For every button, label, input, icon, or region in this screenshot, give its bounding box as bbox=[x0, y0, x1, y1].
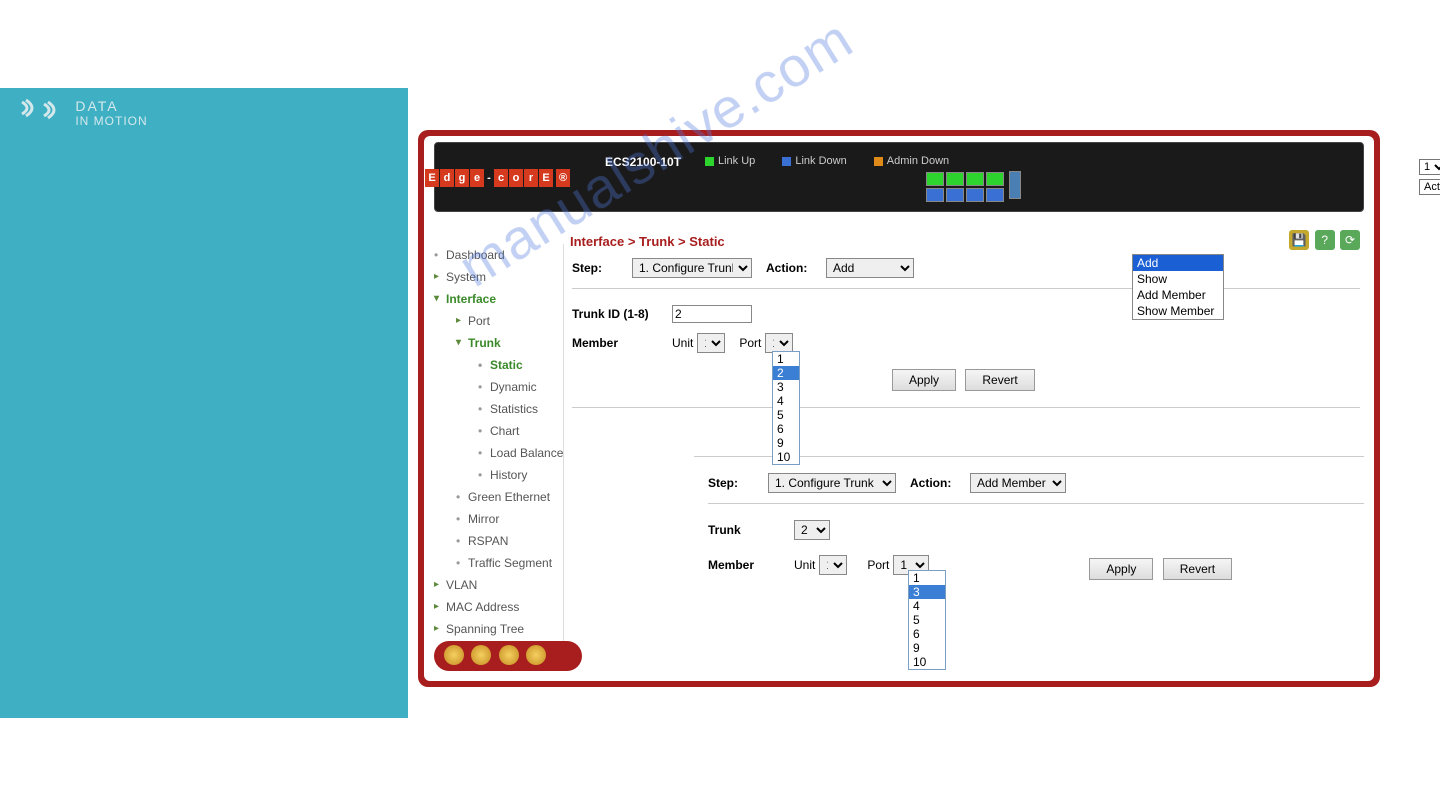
port-opt[interactable]: 2 bbox=[773, 366, 799, 380]
brand-logo: DATA IN MOTION bbox=[20, 98, 148, 145]
legend-link-down: Link Down bbox=[782, 155, 858, 167]
port-opt[interactable]: 5 bbox=[773, 408, 799, 422]
member-port-label: Port bbox=[739, 336, 761, 350]
member-port-select[interactable]: 1 bbox=[765, 333, 793, 353]
nav-chart[interactable]: Chart bbox=[454, 420, 563, 442]
p2-unit-select[interactable]: 1 bbox=[819, 555, 847, 575]
member-unit-select[interactable]: 1 bbox=[697, 333, 725, 353]
action-opt-add[interactable]: Add bbox=[1133, 255, 1223, 271]
apply-button[interactable]: Apply bbox=[892, 369, 956, 391]
nav-mac[interactable]: MAC Address bbox=[430, 596, 563, 618]
nav-history[interactable]: History bbox=[454, 464, 563, 486]
port-opt[interactable]: 9 bbox=[773, 436, 799, 450]
help-icon[interactable]: ? bbox=[1315, 230, 1335, 250]
port-opt[interactable]: 1 bbox=[773, 352, 799, 366]
header-controls: Unit 1 Mode Active bbox=[1384, 159, 1440, 199]
nav-trunk[interactable]: Trunk bbox=[442, 332, 563, 354]
p2-trunk-label: Trunk bbox=[708, 523, 784, 537]
toolbar-icon-3[interactable] bbox=[499, 645, 519, 665]
mode-select[interactable]: Active bbox=[1419, 179, 1440, 195]
p2-port-opt[interactable]: 9 bbox=[909, 641, 945, 655]
bottom-toolbar bbox=[434, 641, 582, 671]
p2-apply-button[interactable]: Apply bbox=[1089, 558, 1153, 580]
mode-label: Mode bbox=[1384, 181, 1416, 193]
member-label: Member bbox=[572, 336, 662, 350]
port-dropdown-1[interactable]: 1 2 3 4 5 6 9 10 bbox=[772, 351, 800, 465]
nav-load-balance[interactable]: Load Balance bbox=[454, 442, 563, 464]
nav-mirror[interactable]: Mirror bbox=[442, 508, 563, 530]
p2-action-label: Action: bbox=[910, 476, 960, 490]
p2-port-opt[interactable]: 1 bbox=[909, 571, 945, 585]
step-select[interactable]: 1. Configure Trunk bbox=[632, 258, 752, 278]
link-legend: Link Up Link Down Admin Down bbox=[705, 155, 973, 167]
toolbar-icon-2[interactable] bbox=[471, 645, 491, 665]
edgecore-logo: Edge-corE® bbox=[425, 169, 571, 187]
nav-rspan[interactable]: RSPAN bbox=[442, 530, 563, 552]
p2-port-opt[interactable]: 6 bbox=[909, 627, 945, 641]
logo-stripes-icon bbox=[20, 98, 64, 145]
legend-admin-down: Admin Down bbox=[874, 155, 961, 167]
nav-port[interactable]: Port bbox=[442, 310, 563, 332]
nav-interface[interactable]: Interface bbox=[430, 288, 563, 310]
breadcrumb: Interface > Trunk > Static bbox=[570, 234, 1360, 249]
model-name: ECS2100-10T bbox=[605, 155, 681, 169]
p2-port-opt[interactable]: 5 bbox=[909, 613, 945, 627]
unit-label: Unit bbox=[1384, 161, 1416, 173]
p2-member-label: Member bbox=[708, 558, 784, 572]
port-dropdown-2[interactable]: 1 3 4 5 6 9 10 bbox=[908, 570, 946, 670]
action-dropdown[interactable]: Add Show Add Member Show Member bbox=[1132, 254, 1224, 320]
p2-port-opt[interactable]: 4 bbox=[909, 599, 945, 613]
nav-dashboard[interactable]: Dashboard bbox=[430, 244, 563, 266]
brand-text-1: DATA bbox=[75, 98, 147, 114]
trunk-id-input[interactable] bbox=[672, 305, 752, 323]
unit-select[interactable]: 1 bbox=[1419, 159, 1440, 175]
device-header: Edge-corE® ECS2100-10T Link Up Link Down… bbox=[434, 142, 1364, 212]
panel-add-member: Step: 1. Configure Trunk Action: Add Mem… bbox=[694, 450, 1364, 590]
p2-revert-button[interactable]: Revert bbox=[1163, 558, 1232, 580]
action-opt-showmember[interactable]: Show Member bbox=[1133, 303, 1223, 319]
sidebar-nav[interactable]: Dashboard System Interface Port Trunk St… bbox=[430, 244, 564, 644]
step-label: Step: bbox=[572, 261, 622, 275]
nav-dynamic[interactable]: Dynamic bbox=[454, 376, 563, 398]
nav-system[interactable]: System bbox=[430, 266, 563, 288]
p2-unit-label: Unit bbox=[794, 558, 815, 572]
p2-step-label: Step: bbox=[708, 476, 758, 490]
save-icon[interactable]: 💾 bbox=[1289, 230, 1309, 250]
p2-port-opt[interactable]: 10 bbox=[909, 655, 945, 669]
p2-port-opt[interactable]: 3 bbox=[909, 585, 945, 599]
toolbar-icon-4[interactable] bbox=[526, 645, 546, 665]
left-brand-panel: DATA IN MOTION bbox=[0, 88, 408, 718]
toolbar-icon-1[interactable] bbox=[444, 645, 464, 665]
nav-statistics[interactable]: Statistics bbox=[454, 398, 563, 420]
p2-port-label: Port bbox=[867, 558, 889, 572]
port-opt[interactable]: 4 bbox=[773, 394, 799, 408]
port-opt[interactable]: 6 bbox=[773, 422, 799, 436]
nav-static[interactable]: Static bbox=[454, 354, 563, 376]
nav-vlan[interactable]: VLAN bbox=[430, 574, 563, 596]
nav-traffic-segment[interactable]: Traffic Segment bbox=[442, 552, 563, 574]
p2-trunk-select[interactable]: 2 bbox=[794, 520, 830, 540]
port-opt[interactable]: 10 bbox=[773, 450, 799, 464]
action-opt-show[interactable]: Show bbox=[1133, 271, 1223, 287]
brand-text-2: IN MOTION bbox=[75, 114, 147, 128]
port-graphic bbox=[925, 171, 1021, 203]
port-opt[interactable]: 3 bbox=[773, 380, 799, 394]
action-label: Action: bbox=[766, 261, 816, 275]
nav-spanning-tree[interactable]: Spanning Tree bbox=[430, 618, 563, 640]
main-content: Step: 1. Configure Trunk Action: Add Add… bbox=[572, 258, 1360, 424]
p2-step-select[interactable]: 1. Configure Trunk bbox=[768, 473, 896, 493]
member-unit-label: Unit bbox=[672, 336, 693, 350]
action-opt-addmember[interactable]: Add Member bbox=[1133, 287, 1223, 303]
legend-link-up: Link Up bbox=[705, 155, 767, 167]
p2-action-select[interactable]: Add Member bbox=[970, 473, 1066, 493]
nav-green-ethernet[interactable]: Green Ethernet bbox=[442, 486, 563, 508]
trunk-id-label: Trunk ID (1-8) bbox=[572, 307, 662, 321]
refresh-icon[interactable]: ⟳ bbox=[1340, 230, 1360, 250]
device-frame: Edge-corE® ECS2100-10T Link Up Link Down… bbox=[418, 130, 1380, 687]
action-select[interactable]: Add bbox=[826, 258, 914, 278]
revert-button[interactable]: Revert bbox=[965, 369, 1034, 391]
